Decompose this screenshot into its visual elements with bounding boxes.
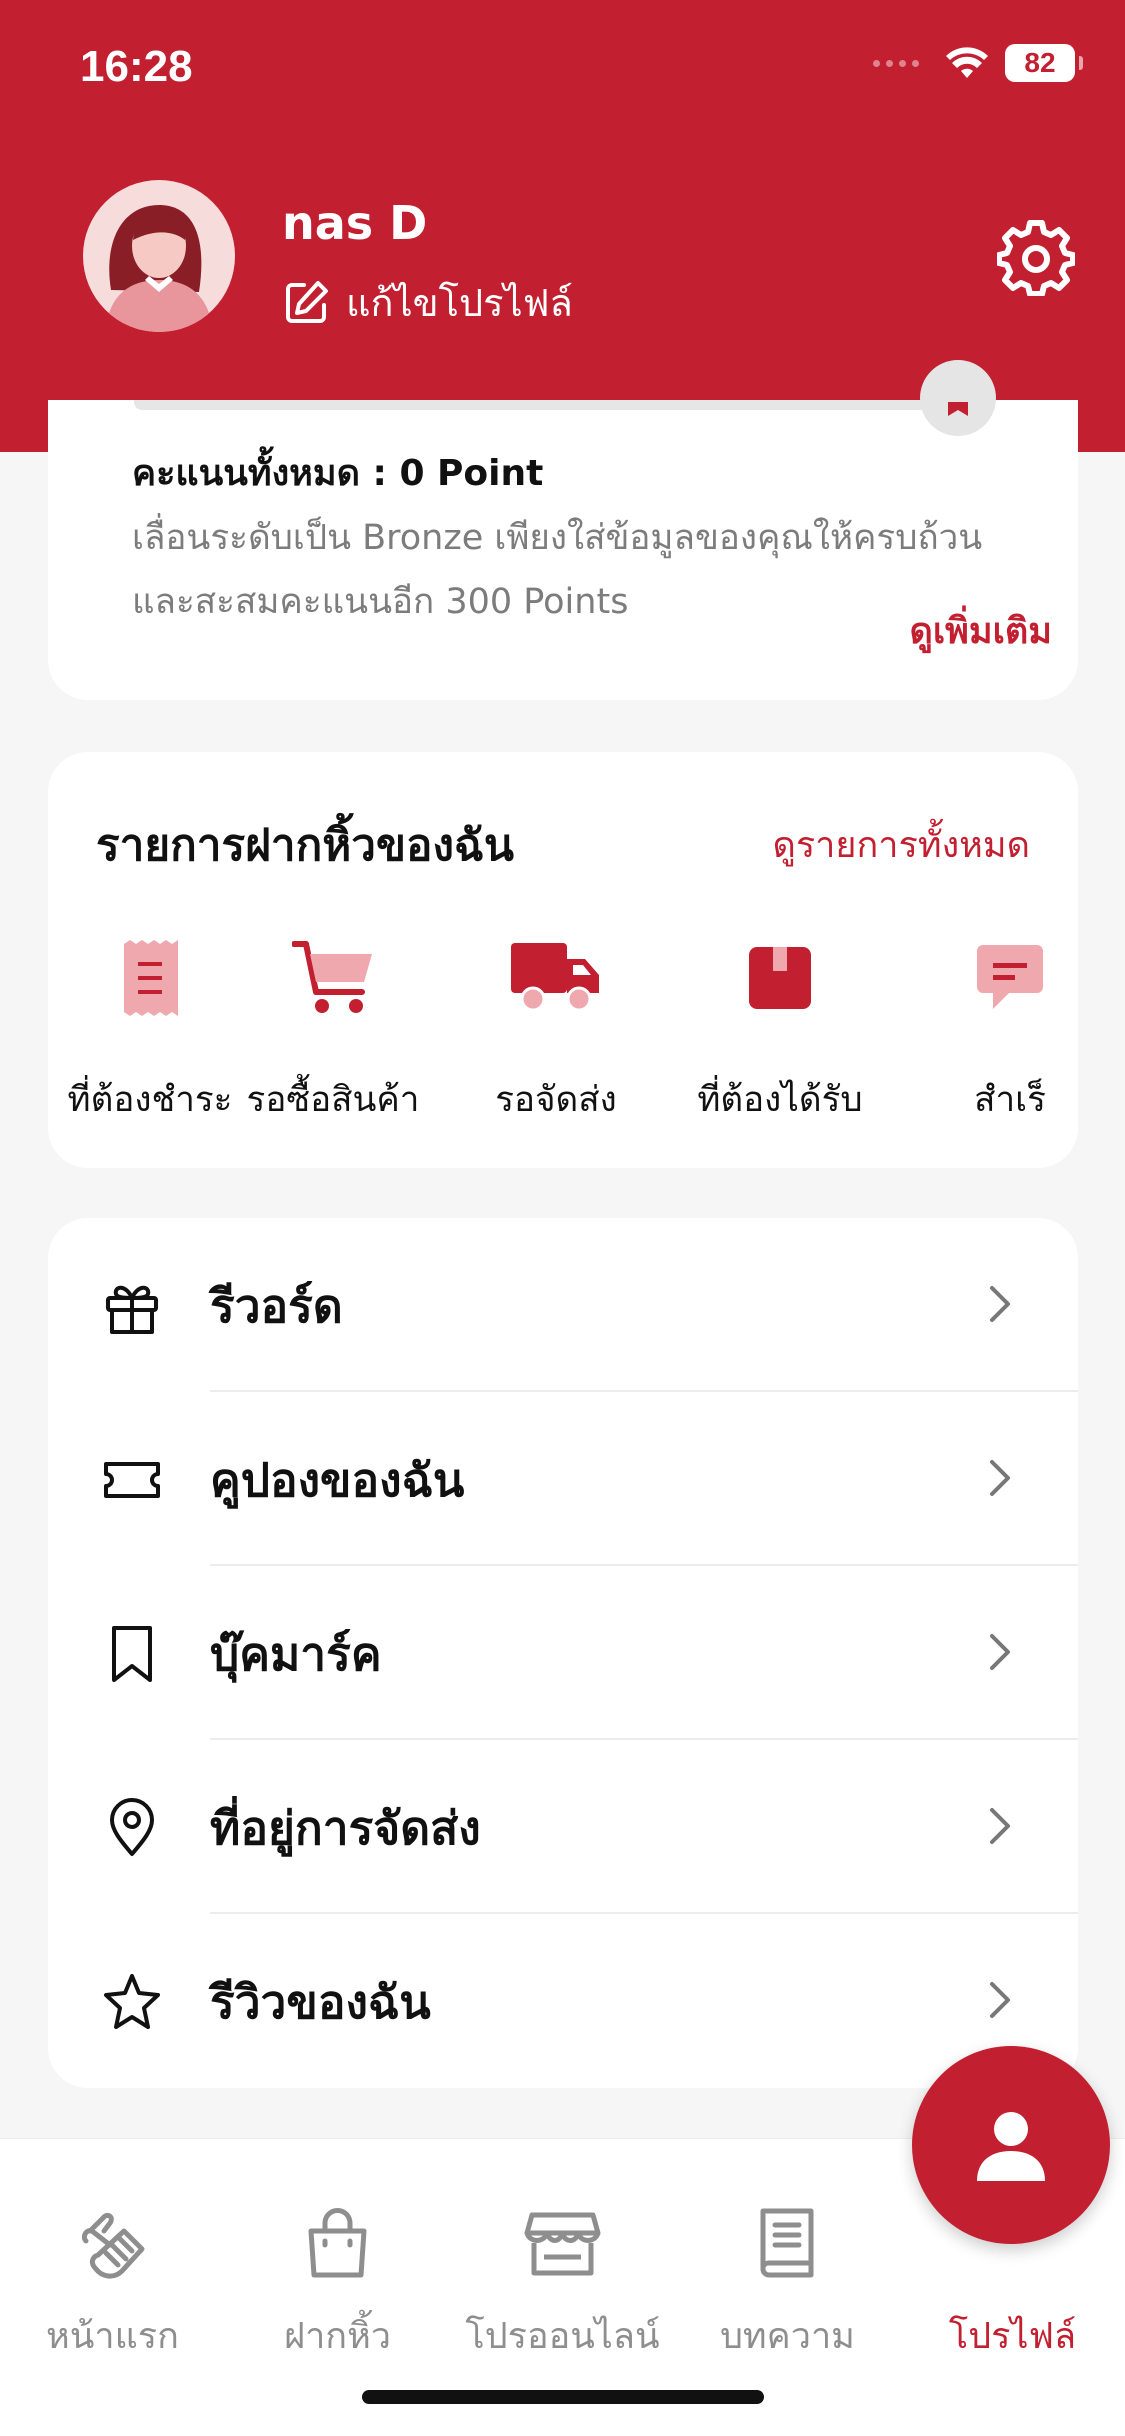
edit-icon xyxy=(286,280,328,323)
gift-icon xyxy=(106,1285,158,1334)
order-status-label: รอซื้อสินค้า xyxy=(246,1080,420,1120)
tab-label: หน้าแรก xyxy=(46,2316,179,2357)
ticket-icon xyxy=(104,1462,160,1498)
points-total: คะแนนทั้งหมด : 0 Point xyxy=(132,453,544,494)
menu-label: คูปองของฉัน xyxy=(210,1453,465,1507)
chevron-right-icon xyxy=(990,1286,1010,1322)
chevron-right-icon xyxy=(990,1982,1010,2018)
menu-label: รีวิวของฉัน xyxy=(210,1975,431,2029)
menu-item-coupons[interactable]: คูปองของฉัน xyxy=(48,1392,1078,1566)
shopping-bag-icon xyxy=(308,2208,367,2278)
book-icon xyxy=(760,2208,814,2278)
receipt-icon xyxy=(124,940,178,1016)
message-icon xyxy=(977,945,1043,1009)
chevron-right-icon xyxy=(990,1808,1010,1844)
points-card: คะแนนทั้งหมด : 0 Point เลื่อนระดับเป็น B… xyxy=(48,360,1078,700)
status-indicators: 82 xyxy=(873,44,1083,82)
hand-bag-icon xyxy=(81,2212,145,2279)
tab-label: บทความ xyxy=(720,2316,855,2357)
location-pin-icon xyxy=(110,1798,154,1856)
view-all-orders-link[interactable]: ดูรายการทั้งหมด xyxy=(772,816,1030,873)
menu-item-shipping-address[interactable]: ที่อยู่การจัดส่ง xyxy=(48,1740,1078,1914)
battery-icon: 82 xyxy=(1005,44,1083,82)
chevron-right-icon xyxy=(990,1460,1010,1496)
orders-card: รายการฝากหิ้วของฉัน ดูรายการทั้งหมด ที่ต… xyxy=(48,752,1078,1168)
bookmark-icon xyxy=(112,1626,152,1682)
profile-tab-button[interactable] xyxy=(912,2046,1110,2244)
box-icon xyxy=(749,947,811,1009)
menu-label: ที่อยู่การจัดส่ง xyxy=(210,1801,481,1855)
profile-icon xyxy=(977,2112,1045,2181)
menu-item-my-reviews[interactable]: รีวิวของฉัน xyxy=(48,1914,1078,2088)
status-time: 16:28 xyxy=(80,42,193,91)
tab-label: โปรออนไลน์ xyxy=(465,2316,660,2357)
order-status-awaiting-purchase[interactable]: รอซื้อสินค้า xyxy=(223,928,443,1127)
profile-menu: รีวอร์ด คูปองของฉัน บุ๊คมาร์ค ที่อยู่การ… xyxy=(48,1218,1078,2088)
membership-card-edge xyxy=(134,400,964,410)
tier-badge xyxy=(920,360,996,436)
store-icon xyxy=(524,2212,601,2276)
order-status-label: ที่ต้องได้รับ xyxy=(697,1080,863,1120)
menu-label: บุ๊คมาร์ค xyxy=(210,1627,382,1681)
home-indicator xyxy=(362,2390,764,2404)
settings-gear-icon[interactable] xyxy=(997,218,1075,296)
tab-label: โปรไฟล์ xyxy=(948,2316,1077,2357)
truck-icon xyxy=(511,943,599,1012)
menu-item-bookmarks[interactable]: บุ๊คมาร์ค xyxy=(48,1566,1078,1740)
edit-profile-link[interactable]: แก้ไขโปรไฟล์ xyxy=(282,272,573,333)
cellular-signal-icon xyxy=(873,59,919,67)
edit-profile-label: แก้ไขโปรไฟล์ xyxy=(346,281,573,325)
cart-icon xyxy=(292,941,372,1013)
tab-label: ฝากหิ้ว xyxy=(283,2316,392,2357)
see-more-link[interactable]: ดูเพิ่มเติม xyxy=(909,602,1052,659)
points-description: เลื่อนระดับเป็น Bronze เพียงใส่ข้อมูลของ… xyxy=(132,518,983,622)
order-status-completed[interactable]: สำเร็ xyxy=(900,928,1078,1127)
order-status-awaiting-shipment[interactable]: รอจัดส่ง xyxy=(446,928,666,1127)
avatar[interactable] xyxy=(83,180,235,332)
order-status-to-receive[interactable]: ที่ต้องได้รับ xyxy=(670,928,890,1127)
star-icon xyxy=(104,1974,160,2029)
menu-item-rewards[interactable]: รีวอร์ด xyxy=(48,1218,1078,1392)
chevron-right-icon xyxy=(990,1634,1010,1670)
profile-name: nas D xyxy=(282,196,428,250)
orders-title: รายการฝากหิ้วของฉัน xyxy=(96,820,514,871)
wifi-icon xyxy=(946,47,988,78)
order-status-label: รอจัดส่ง xyxy=(495,1080,617,1120)
menu-label: รีวอร์ด xyxy=(210,1279,343,1333)
order-status-label: สำเร็ xyxy=(974,1080,1046,1120)
